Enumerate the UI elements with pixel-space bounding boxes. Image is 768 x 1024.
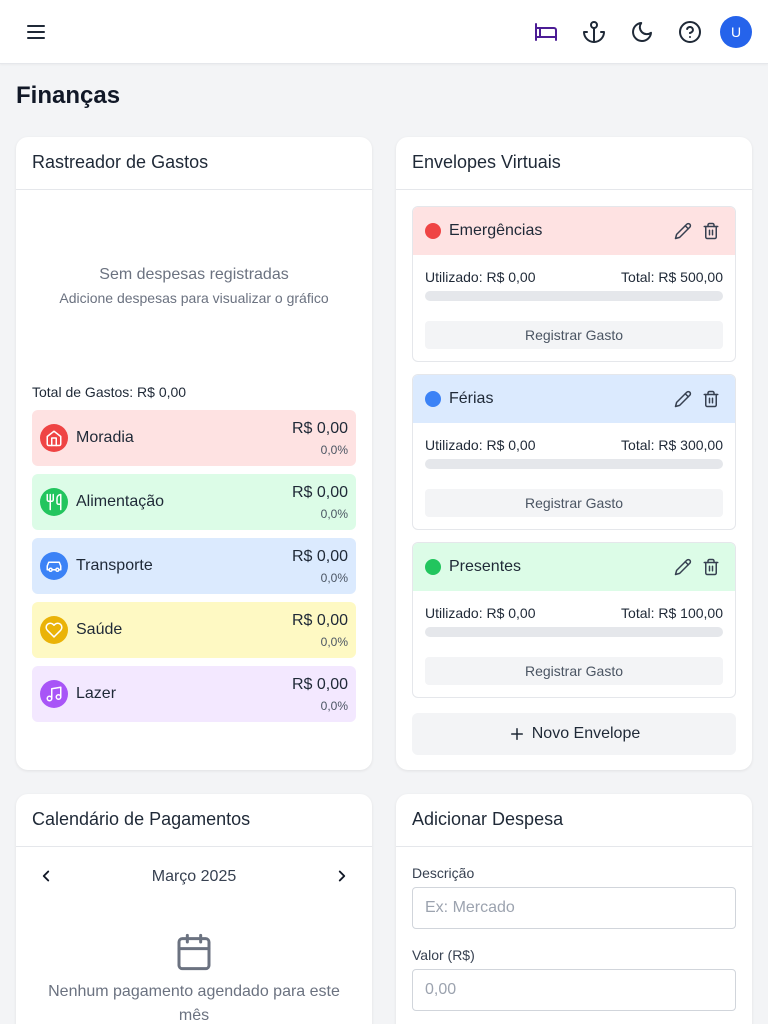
envelope-color-dot xyxy=(425,559,441,575)
envelope-total: Total: R$ 500,00 xyxy=(621,269,723,285)
anchor-icon[interactable] xyxy=(578,16,610,48)
edit-icon[interactable] xyxy=(673,221,693,241)
category-percent: 0,0% xyxy=(320,507,348,521)
avatar[interactable]: U xyxy=(720,16,752,48)
top-bar: U xyxy=(0,0,768,64)
category-percent: 0,0% xyxy=(320,699,348,713)
register-expense-button[interactable]: Registrar Gasto xyxy=(425,321,723,349)
heart-icon xyxy=(40,616,68,644)
trash-icon[interactable] xyxy=(701,557,721,577)
category-name: Saúde xyxy=(76,621,123,638)
edit-icon[interactable] xyxy=(673,389,693,409)
envelope-total: Total: R$ 100,00 xyxy=(621,605,723,621)
category-moradia[interactable]: Moradia R$ 0,00 0,0% xyxy=(32,410,356,466)
envelope-used: Utilizado: R$ 0,00 xyxy=(425,269,536,285)
add-expense-title: Adicionar Despesa xyxy=(396,794,752,847)
description-label: Descrição xyxy=(412,865,475,881)
category-saude[interactable]: Saúde R$ 0,00 0,0% xyxy=(32,602,356,658)
category-percent: 0,0% xyxy=(320,635,348,649)
category-value: R$ 0,00 xyxy=(291,676,348,693)
envelope-total: Total: R$ 300,00 xyxy=(621,437,723,453)
category-percent: 0,0% xyxy=(320,443,348,457)
utensils-icon xyxy=(40,488,68,516)
menu-icon[interactable] xyxy=(20,16,52,48)
envelope-header: Férias xyxy=(413,375,735,423)
trash-icon[interactable] xyxy=(701,389,721,409)
envelope-ferias: Férias Utilizado: R$ 0,00 Total: R$ 300,… xyxy=(412,374,736,530)
music-icon xyxy=(40,680,68,708)
help-icon[interactable] xyxy=(674,16,706,48)
envelope-used: Utilizado: R$ 0,00 xyxy=(425,605,536,621)
home-icon xyxy=(40,424,68,452)
category-name: Lazer xyxy=(76,685,117,702)
envelope-progress xyxy=(425,291,723,301)
category-value: R$ 0,00 xyxy=(291,612,348,629)
envelope-color-dot xyxy=(425,223,441,239)
expense-tracker-title: Rastreador de Gastos xyxy=(16,137,372,190)
envelope-progress xyxy=(425,459,723,469)
car-icon xyxy=(40,552,68,580)
calendar-empty-text: Nenhum pagamento agendado para este mês xyxy=(48,983,340,1024)
envelope-header: Presentes xyxy=(413,543,735,591)
category-lazer[interactable]: Lazer R$ 0,00 0,0% xyxy=(32,666,356,722)
payments-calendar-card: Calendário de Pagamentos Março 2025 Nenh… xyxy=(16,794,372,1024)
envelope-name: Presentes xyxy=(449,558,522,575)
envelope-progress xyxy=(425,627,723,637)
plus-icon xyxy=(508,725,526,743)
total-expenses: Total de Gastos: R$ 0,00 xyxy=(32,384,187,400)
category-value: R$ 0,00 xyxy=(291,548,348,565)
category-name: Moradia xyxy=(76,429,134,446)
category-alimentacao[interactable]: Alimentação R$ 0,00 0,0% xyxy=(32,474,356,530)
envelope-name: Férias xyxy=(449,390,494,407)
category-name: Alimentação xyxy=(76,493,165,510)
bed-icon[interactable] xyxy=(530,16,562,48)
envelopes-title: Envelopes Virtuais xyxy=(396,137,752,190)
new-envelope-label: Novo Envelope xyxy=(531,725,641,742)
category-percent: 0,0% xyxy=(320,571,348,585)
envelope-emergencias: Emergências Utilizado: R$ 0,00 Total: R$… xyxy=(412,206,736,362)
page-title: Finanças xyxy=(16,82,121,109)
new-envelope-button[interactable]: Novo Envelope xyxy=(412,713,736,755)
register-expense-button[interactable]: Registrar Gasto xyxy=(425,657,723,685)
edit-icon[interactable] xyxy=(673,557,693,577)
empty-state-title: Sem despesas registradas xyxy=(99,266,289,283)
envelope-name: Emergências xyxy=(449,222,543,239)
description-input[interactable] xyxy=(412,887,736,929)
moon-icon[interactable] xyxy=(626,16,658,48)
category-name: Transporte xyxy=(76,557,153,574)
envelope-color-dot xyxy=(425,391,441,407)
register-expense-button[interactable]: Registrar Gasto xyxy=(425,489,723,517)
value-input[interactable] xyxy=(412,969,736,1011)
calendar-icon xyxy=(174,932,214,972)
value-label: Valor (R$) xyxy=(412,947,475,963)
current-month: Março 2025 xyxy=(151,868,237,885)
envelope-header: Emergências xyxy=(413,207,735,255)
chevron-right-icon[interactable] xyxy=(332,866,352,886)
add-expense-card: Adicionar Despesa Descrição Valor (R$) xyxy=(396,794,752,1024)
envelope-used: Utilizado: R$ 0,00 xyxy=(425,437,536,453)
envelope-presentes: Presentes Utilizado: R$ 0,00 Total: R$ 1… xyxy=(412,542,736,698)
category-value: R$ 0,00 xyxy=(291,484,348,501)
expense-tracker-card: Rastreador de Gastos Sem despesas regist… xyxy=(16,137,372,770)
envelopes-card: Envelopes Virtuais Emergências Utilizado… xyxy=(396,137,752,770)
calendar-title: Calendário de Pagamentos xyxy=(16,794,372,847)
empty-state-subtitle: Adicione despesas para visualizar o gráf… xyxy=(59,290,329,306)
category-transporte[interactable]: Transporte R$ 0,00 0,0% xyxy=(32,538,356,594)
trash-icon[interactable] xyxy=(701,221,721,241)
category-value: R$ 0,00 xyxy=(291,420,348,437)
